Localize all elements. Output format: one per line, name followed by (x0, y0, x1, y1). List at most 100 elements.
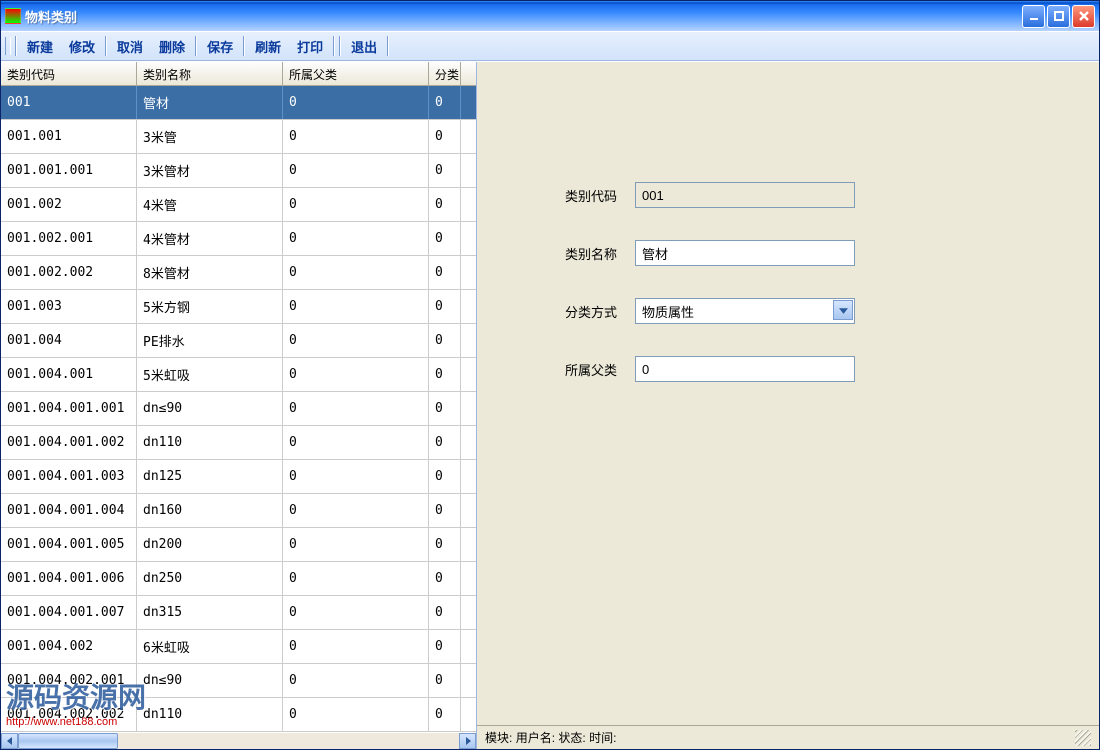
table-row[interactable]: 001管材00 (1, 86, 476, 120)
table-cell: dn315 (137, 596, 283, 629)
form-row-parent: 所属父类 (565, 356, 1099, 382)
column-header-class[interactable]: 分类 (429, 62, 461, 85)
table-cell: 0 (429, 358, 461, 391)
form-row-code: 类别代码 (565, 182, 1099, 208)
table-cell: 0 (283, 562, 429, 595)
table-cell: 001.004 (1, 324, 137, 357)
table-cell: 0 (429, 392, 461, 425)
table-cell: 0 (429, 426, 461, 459)
table-cell: 001.004.001.006 (1, 562, 137, 595)
title-bar: 物料类别 (1, 1, 1099, 31)
table-cell: 0 (283, 154, 429, 187)
table-cell: 0 (429, 188, 461, 221)
table-cell: 0 (283, 188, 429, 221)
status-text: 模块: 用户名: 状态: 时间: (485, 729, 616, 746)
table-row[interactable]: 001.004.002.002dn11000 (1, 698, 476, 732)
toolbar-separator (339, 36, 341, 56)
column-header-code[interactable]: 类别代码 (1, 62, 137, 85)
form-pane: 类别代码 类别名称 分类方式 所属父类 模块: 用户名 (477, 62, 1099, 749)
cancel-button[interactable]: 取消 (109, 34, 151, 59)
table-cell: 0 (429, 120, 461, 153)
label-parent: 所属父类 (565, 360, 635, 379)
horizontal-scrollbar[interactable] (1, 732, 476, 749)
table-cell: 001 (1, 86, 137, 119)
name-input[interactable] (635, 240, 855, 266)
table-cell: 5米方钢 (137, 290, 283, 323)
table-cell: 001.002.002 (1, 256, 137, 289)
scroll-track[interactable] (18, 733, 459, 749)
save-button[interactable]: 保存 (199, 34, 241, 59)
form-row-mode: 分类方式 (565, 298, 1099, 324)
table-row[interactable]: 001.004.001.006dn25000 (1, 562, 476, 596)
resize-grip-icon[interactable] (1075, 730, 1091, 746)
table-cell: 0 (283, 494, 429, 527)
table-cell: dn110 (137, 698, 283, 731)
form-area: 类别代码 类别名称 分类方式 所属父类 (477, 62, 1099, 725)
table-row[interactable]: 001.004.0026米虹吸00 (1, 630, 476, 664)
table-row[interactable]: 001.004.001.007dn31500 (1, 596, 476, 630)
table-row[interactable]: 001.0024米管00 (1, 188, 476, 222)
toolbar: 新建 修改 取消 删除 保存 刷新 打印 退出 (1, 31, 1099, 61)
refresh-button[interactable]: 刷新 (247, 34, 289, 59)
scroll-left-button[interactable] (1, 733, 18, 749)
table-row[interactable]: 001.004.001.001dn≤9000 (1, 392, 476, 426)
table-row[interactable]: 001.004.001.005dn20000 (1, 528, 476, 562)
table-cell: 0 (283, 596, 429, 629)
table-cell: 001.004.002.002 (1, 698, 137, 731)
table-cell: dn110 (137, 426, 283, 459)
table-row[interactable]: 001.001.0013米管材00 (1, 154, 476, 188)
grid-header: 类别代码 类别名称 所属父类 分类 (1, 62, 476, 86)
column-header-name[interactable]: 类别名称 (137, 62, 283, 85)
table-row[interactable]: 001.004.001.002dn11000 (1, 426, 476, 460)
parent-input[interactable] (635, 356, 855, 382)
table-row[interactable]: 001.004.002.001dn≤9000 (1, 664, 476, 698)
maximize-button[interactable] (1047, 5, 1070, 28)
window-controls (1022, 5, 1095, 28)
table-cell: dn≤90 (137, 392, 283, 425)
table-cell: dn250 (137, 562, 283, 595)
table-cell: 001.003 (1, 290, 137, 323)
print-button[interactable]: 打印 (289, 34, 331, 59)
table-row[interactable]: 001.004.0015米虹吸00 (1, 358, 476, 392)
minimize-button[interactable] (1022, 5, 1045, 28)
close-button[interactable] (1072, 5, 1095, 28)
table-row[interactable]: 001.004PE排水00 (1, 324, 476, 358)
table-row[interactable]: 001.0013米管00 (1, 120, 476, 154)
table-cell: 0 (283, 222, 429, 255)
edit-button[interactable]: 修改 (61, 34, 103, 59)
table-cell: 5米虹吸 (137, 358, 283, 391)
table-cell: 4米管材 (137, 222, 283, 255)
table-cell: 0 (283, 290, 429, 323)
table-cell: 0 (283, 358, 429, 391)
scroll-right-button[interactable] (459, 733, 476, 749)
content-area: 类别代码 类别名称 所属父类 分类 001管材00001.0013米管00001… (1, 61, 1099, 749)
table-row[interactable]: 001.002.0028米管材00 (1, 256, 476, 290)
toolbar-separator (387, 36, 389, 56)
table-cell: 001.004.002 (1, 630, 137, 663)
toolbar-grip (5, 37, 11, 55)
scroll-thumb[interactable] (18, 733, 118, 749)
new-button[interactable]: 新建 (19, 34, 61, 59)
table-row[interactable]: 001.004.001.003dn12500 (1, 460, 476, 494)
label-name: 类别名称 (565, 244, 635, 263)
column-header-parent[interactable]: 所属父类 (283, 62, 429, 85)
grid-body[interactable]: 001管材00001.0013米管00001.001.0013米管材00001.… (1, 86, 476, 732)
table-cell: 001.002 (1, 188, 137, 221)
status-state: 状态: (558, 731, 585, 745)
table-cell: 管材 (137, 86, 283, 119)
table-cell: 001.004.001.004 (1, 494, 137, 527)
table-cell: 0 (429, 86, 461, 119)
mode-select-wrap[interactable] (635, 298, 855, 324)
table-cell: 0 (283, 698, 429, 731)
table-row[interactable]: 001.0035米方钢00 (1, 290, 476, 324)
table-cell: 0 (283, 324, 429, 357)
code-input[interactable] (635, 182, 855, 208)
table-row[interactable]: 001.002.0014米管材00 (1, 222, 476, 256)
exit-button[interactable]: 退出 (343, 34, 385, 59)
delete-button[interactable]: 删除 (151, 34, 193, 59)
table-cell: 8米管材 (137, 256, 283, 289)
mode-select[interactable] (635, 298, 855, 324)
table-cell: 0 (283, 256, 429, 289)
label-code: 类别代码 (565, 186, 635, 205)
table-row[interactable]: 001.004.001.004dn16000 (1, 494, 476, 528)
